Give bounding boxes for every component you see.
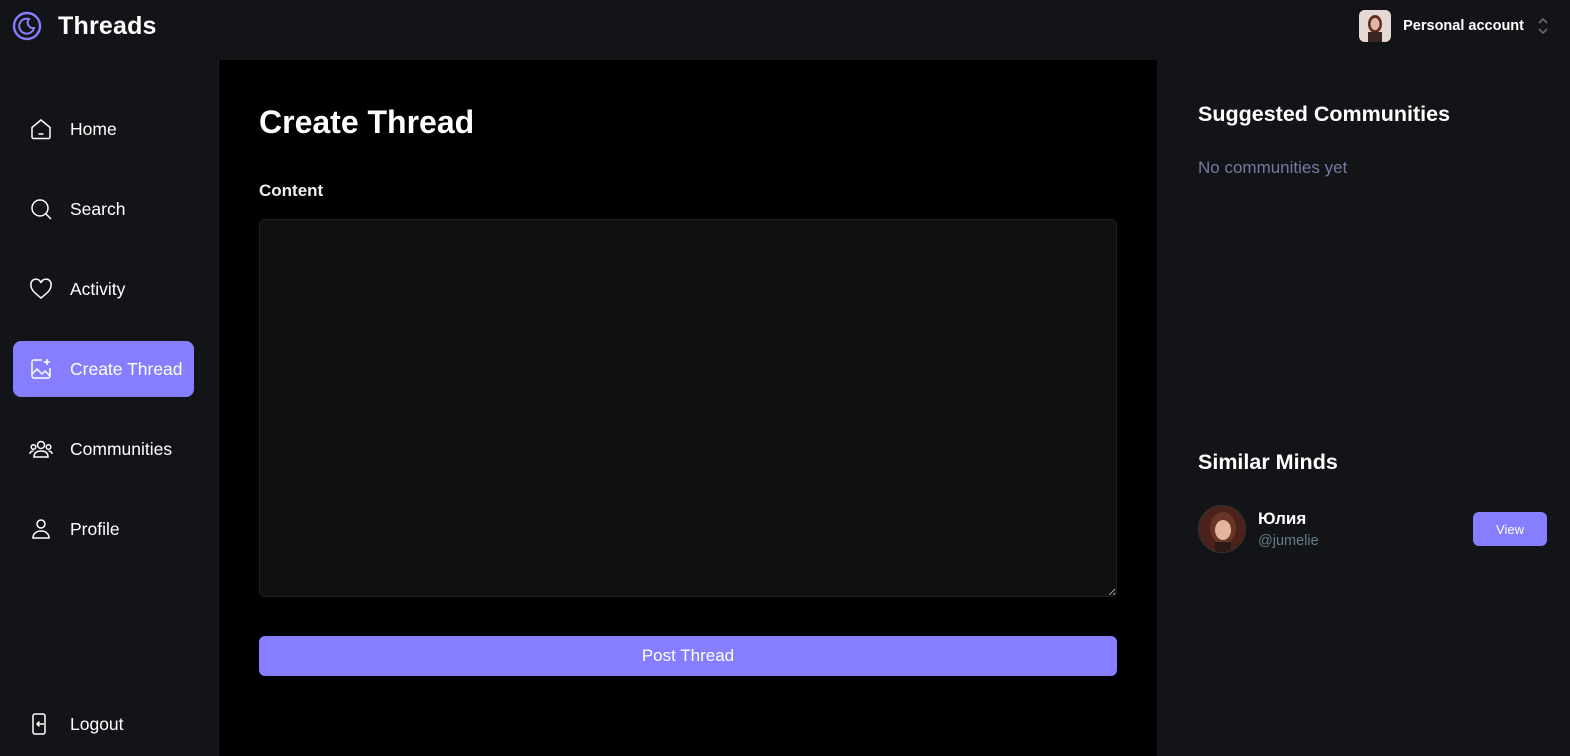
logout-icon bbox=[28, 711, 54, 737]
avatar bbox=[1198, 505, 1246, 553]
sidebar-item-communities[interactable]: Communities bbox=[13, 421, 194, 477]
view-user-button[interactable]: View bbox=[1473, 512, 1547, 546]
brand[interactable]: Threads bbox=[12, 11, 157, 41]
sidebar-item-activity[interactable]: Activity bbox=[13, 261, 194, 317]
app-title: Threads bbox=[58, 11, 157, 40]
image-plus-icon bbox=[28, 356, 54, 382]
main-content: Create Thread Content Post Thread bbox=[219, 60, 1157, 756]
chevron-up-down-icon[interactable] bbox=[1536, 15, 1550, 37]
user-name: Юлия bbox=[1258, 509, 1307, 528]
similar-minds-title: Similar Minds bbox=[1198, 450, 1338, 474]
sidebar-item-label: Communities bbox=[70, 438, 173, 459]
list-item: Юлия @jumelie View bbox=[1198, 504, 1547, 554]
sidebar-item-profile[interactable]: Profile bbox=[13, 501, 194, 557]
user-info: Юлия @jumelie bbox=[1258, 509, 1319, 549]
sidebar-item-search[interactable]: Search bbox=[13, 181, 194, 237]
sidebar-item-label: Create Thread bbox=[70, 358, 183, 379]
heart-icon bbox=[28, 276, 54, 302]
communities-empty-message: No communities yet bbox=[1198, 158, 1348, 177]
left-sidebar: Home Search Activity Create Thread Commu… bbox=[0, 60, 219, 756]
suggested-communities-title: Suggested Communities bbox=[1198, 102, 1451, 126]
sidebar-item-home[interactable]: Home bbox=[13, 101, 194, 157]
user-handle: @jumelie bbox=[1258, 533, 1319, 549]
users-icon bbox=[28, 436, 54, 462]
search-icon bbox=[28, 196, 54, 222]
account-label: Personal account bbox=[1403, 18, 1524, 34]
sidebar-item-label: Activity bbox=[70, 278, 126, 299]
post-thread-button[interactable]: Post Thread bbox=[259, 636, 1117, 676]
avatar bbox=[1359, 10, 1392, 42]
logout-label: Logout bbox=[70, 713, 124, 734]
sidebar-item-create-thread[interactable]: Create Thread bbox=[13, 341, 194, 397]
user-icon bbox=[28, 516, 54, 542]
home-icon bbox=[28, 116, 54, 142]
right-sidebar: Suggested Communities No communities yet… bbox=[1157, 60, 1570, 756]
account-switcher[interactable]: Personal account bbox=[1359, 10, 1550, 42]
logout-button[interactable]: Logout bbox=[13, 696, 194, 752]
sidebar-item-label: Search bbox=[70, 198, 126, 219]
sidebar-item-label: Profile bbox=[70, 518, 120, 539]
top-bar: Threads Personal account bbox=[0, 0, 1570, 52]
page-title: Create Thread bbox=[259, 104, 475, 140]
threads-logo-icon bbox=[12, 11, 42, 41]
thread-content-input[interactable] bbox=[259, 219, 1117, 597]
sidebar-item-label: Home bbox=[70, 118, 117, 139]
content-label: Content bbox=[259, 181, 324, 200]
